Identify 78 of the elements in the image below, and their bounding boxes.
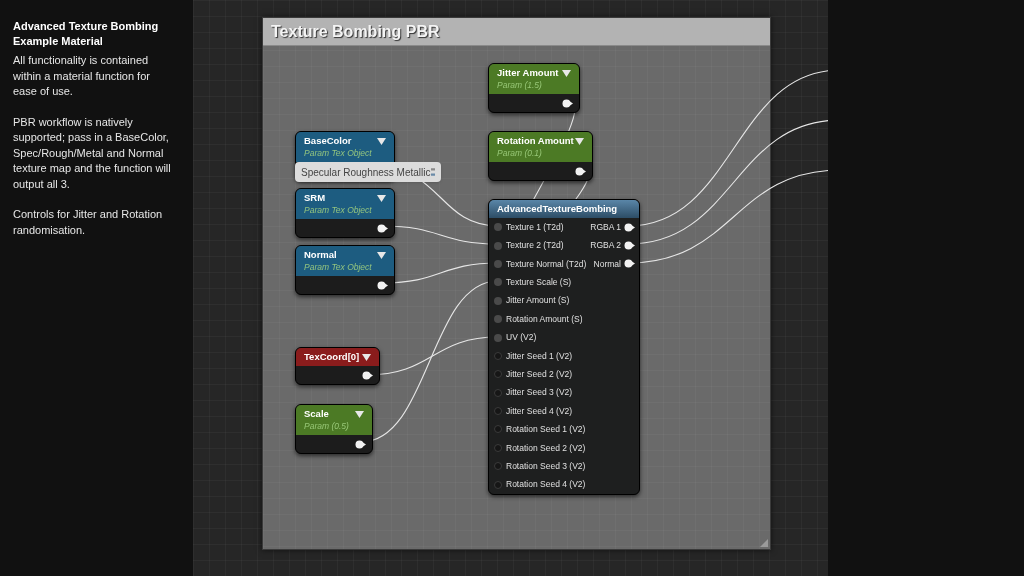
graph-node[interactable]: Jitter Amount Param (1.5) — [488, 63, 580, 113]
input-pin-icon[interactable] — [494, 278, 502, 287]
dropdown-triangle-icon[interactable] — [377, 195, 386, 202]
dropdown-triangle-icon[interactable] — [575, 138, 584, 145]
input-label: Rotation Amount (S) — [506, 312, 583, 326]
output-label: RGBA 2 — [590, 239, 621, 252]
graph-node[interactable]: Normal Param Tex Object — [295, 245, 395, 295]
sidebar-title: Advanced Texture Bombing Example Material — [13, 19, 160, 49]
input-pin-icon[interactable] — [494, 443, 502, 452]
graph-node[interactable]: Rotation Amount Param (0.1) — [488, 131, 593, 181]
output-pin-icon[interactable] — [624, 241, 635, 251]
node-title: Rotation Amount — [497, 135, 574, 147]
input-pin-icon[interactable] — [494, 407, 502, 416]
input-label: Jitter Seed 4 (V2) — [506, 404, 573, 418]
node-title: AdvancedTextureBombing — [497, 201, 618, 216]
output-pin-icon[interactable] — [362, 370, 373, 380]
output-pin-icon[interactable] — [624, 222, 635, 232]
input-pin-icon[interactable] — [494, 296, 502, 305]
node-subtitle: Param Tex Object — [304, 261, 373, 273]
output-label: Normal — [593, 257, 621, 271]
input-label: Texture Normal (T2d) — [506, 257, 587, 271]
input-label: Rotation Seed 2 (V2) — [506, 441, 586, 455]
node-subtitle: Param (1.5) — [497, 79, 543, 91]
comment-title: Texture Bombing PBR — [271, 21, 440, 42]
graph-node[interactable]: TexCoord[0] — [295, 347, 380, 385]
input-pin-icon[interactable] — [494, 333, 502, 342]
input-pin-icon[interactable] — [494, 351, 502, 360]
graph-node[interactable]: SRM Param Tex Object — [295, 188, 395, 238]
resize-grip-icon[interactable] — [760, 539, 768, 547]
description-text: Controls for Jitter and Rotation randomisation. — [13, 207, 164, 238]
dropdown-triangle-icon[interactable] — [355, 411, 364, 418]
output-label: RGBA 1 — [590, 220, 621, 234]
output-pin-icon[interactable] — [377, 223, 388, 233]
output-pin-icon[interactable] — [562, 98, 573, 108]
node-subtitle: Param Tex Object — [304, 147, 373, 159]
description-text: PBR workflow is natively supported; pass in a BaseColor, Spec/Rough/Metal and Normal texture map and the function will output all 3. — [13, 114, 171, 192]
node-title: SRM — [304, 192, 326, 204]
input-label: Texture 1 (T2d) — [506, 220, 564, 234]
input-pin-icon[interactable] — [494, 370, 502, 379]
input-label: Jitter Amount (S) — [506, 294, 570, 308]
input-pin-icon[interactable] — [494, 425, 502, 434]
input-label: Texture 2 (T2d) — [506, 239, 564, 252]
dropdown-triangle-icon[interactable] — [562, 70, 571, 77]
input-pin-icon[interactable] — [494, 462, 502, 471]
input-pin-icon[interactable] — [494, 480, 502, 489]
node-title: TexCoord[0] — [304, 351, 360, 363]
input-label: Jitter Seed 3 (V2) — [506, 386, 573, 400]
input-label: Jitter Seed 1 (V2) — [506, 349, 573, 363]
output-pin-icon[interactable] — [355, 439, 366, 449]
description-text: All functionality is contained within a material function for ease of use. — [13, 53, 151, 99]
pin-icon — [430, 166, 435, 178]
node-title: Normal — [304, 249, 337, 261]
node-subtitle: Param (0.1) — [497, 147, 543, 159]
node-title: Jitter Amount — [497, 67, 559, 79]
node-subtitle: Param Tex Object — [304, 204, 373, 216]
output-pin-icon[interactable] — [377, 280, 388, 290]
node-title: BaseColor — [304, 135, 352, 147]
graph-canvas[interactable] — [193, 0, 828, 576]
input-label: Rotation Seed 4 (V2) — [506, 478, 586, 492]
node-subtitle: Param (0.5) — [304, 420, 350, 432]
output-pin-icon[interactable] — [624, 259, 635, 269]
node-title: Scale — [304, 408, 329, 420]
function-node[interactable] — [488, 199, 640, 495]
input-label: Jitter Seed 2 (V2) — [506, 367, 573, 381]
input-label: Rotation Seed 3 (V2) — [506, 459, 586, 473]
input-pin-icon[interactable] — [494, 223, 502, 232]
input-pin-icon[interactable] — [494, 315, 502, 324]
output-pin-icon[interactable] — [575, 166, 586, 176]
dropdown-triangle-icon[interactable] — [377, 138, 386, 145]
input-label: Texture Scale (S) — [506, 276, 572, 289]
input-label: Rotation Seed 1 (V2) — [506, 423, 586, 436]
input-label: UV (V2) — [506, 331, 537, 344]
dropdown-triangle-icon[interactable] — [362, 354, 371, 361]
input-pin-icon[interactable] — [494, 259, 502, 268]
graph-node[interactable]: Scale Param (0.5) — [295, 404, 373, 454]
input-pin-icon[interactable] — [494, 388, 502, 397]
dropdown-triangle-icon[interactable] — [377, 252, 386, 259]
input-pin-icon[interactable] — [494, 241, 502, 250]
